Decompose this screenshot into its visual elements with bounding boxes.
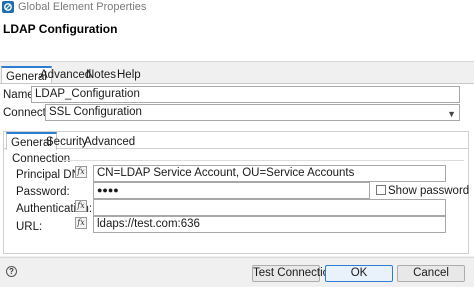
connection-group-label: Connection (12, 153, 71, 165)
connection-select[interactable]: SSL Configuration ▼ (45, 104, 460, 121)
ok-button[interactable]: OK (325, 265, 393, 282)
fx-url-icon[interactable]: fx (75, 217, 87, 229)
cancel-button[interactable]: Cancel (397, 265, 465, 282)
connection-select-value: SSL Configuration (49, 106, 142, 118)
tab-help[interactable]: Help (113, 66, 145, 84)
show-password-label: Show password (388, 185, 470, 197)
test-connection-button[interactable]: Test Connection... (252, 265, 345, 282)
chevron-down-icon: ▼ (447, 109, 456, 119)
group-divider (60, 160, 464, 161)
inner-tab-advanced[interactable]: Advanced (80, 133, 139, 151)
app-icon (2, 1, 14, 13)
url-input[interactable]: ldaps://test.com:636 (93, 216, 446, 233)
window-title: Global Element Properties (18, 1, 147, 13)
show-password-checkbox[interactable] (376, 185, 386, 195)
name-input[interactable]: LDAP_Configuration (31, 86, 460, 103)
fx-principal-icon[interactable]: fx (75, 166, 87, 178)
fx-authentication-icon[interactable]: fx (75, 200, 87, 212)
page-title: LDAP Configuration (3, 22, 118, 36)
url-label: URL: (16, 221, 43, 233)
principal-dn-input[interactable]: CN=LDAP Service Account, OU=Service Acco… (93, 165, 446, 182)
principal-dn-label: Principal DN: (16, 169, 84, 181)
password-input[interactable]: ●●●● (93, 182, 370, 199)
authentication-input[interactable] (93, 199, 446, 216)
help-icon[interactable]: ? (6, 266, 17, 277)
password-label: Password: (16, 186, 70, 198)
